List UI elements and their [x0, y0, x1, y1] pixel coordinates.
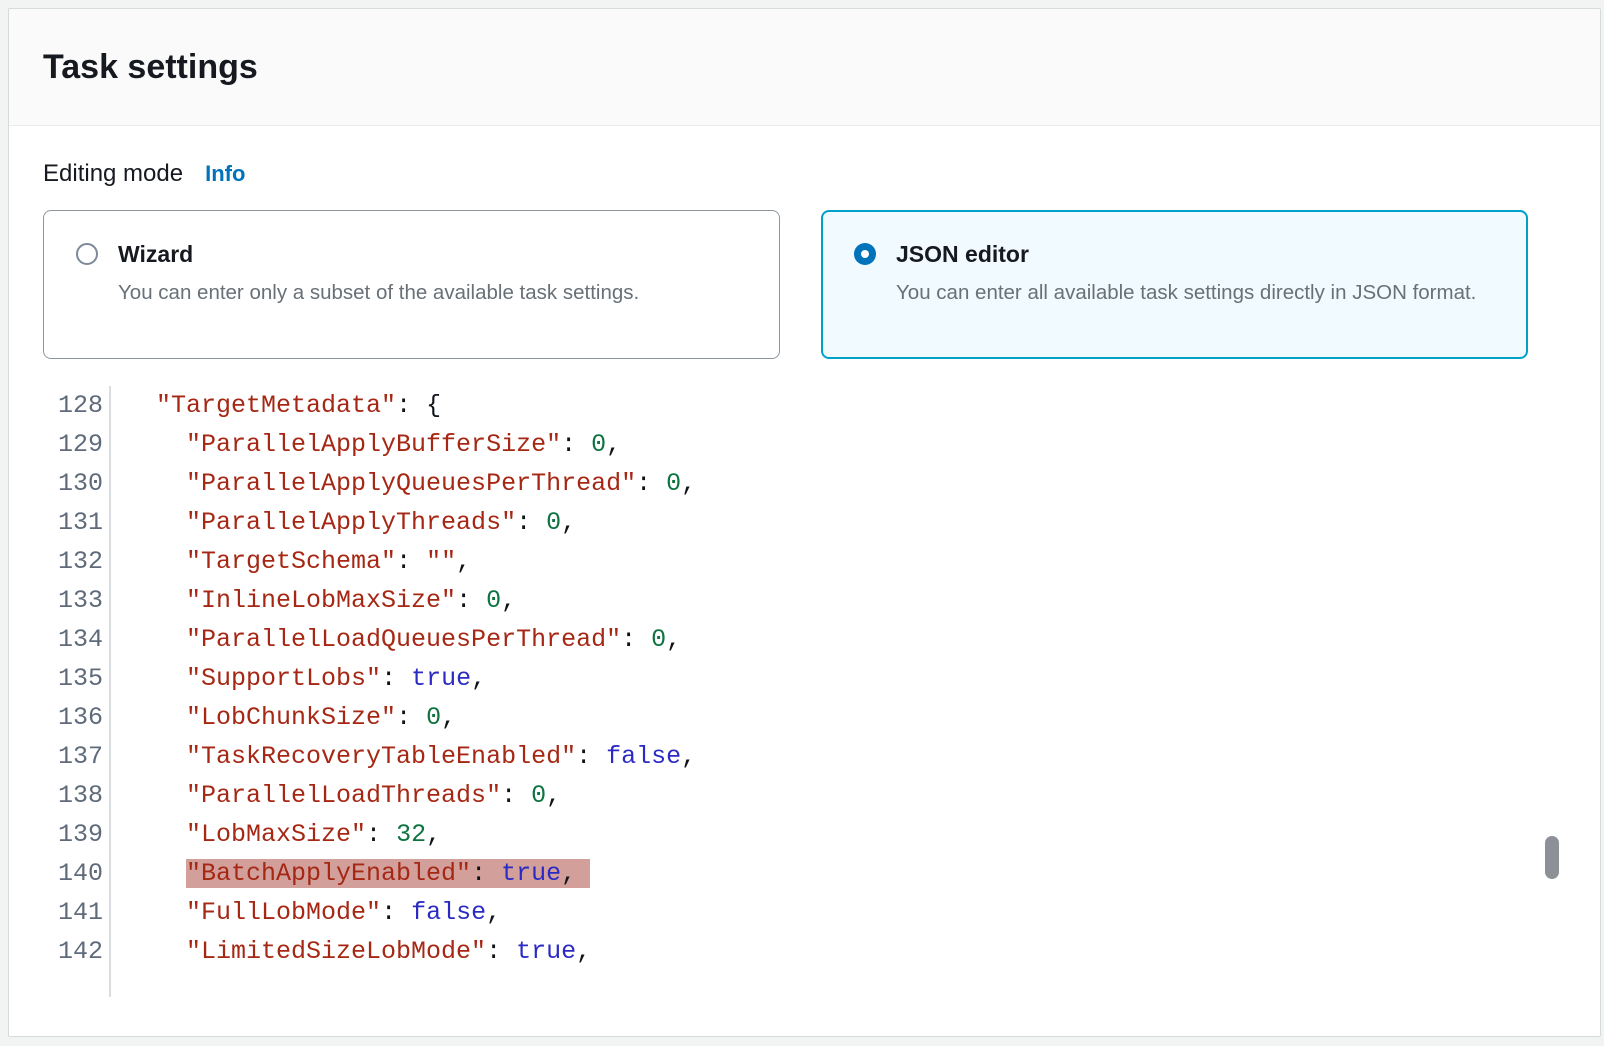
code-line: 134 "ParallelLoadQueuesPerThread": 0, — [43, 620, 1566, 659]
tile-label: Wizard — [118, 236, 193, 272]
line-number: 136 — [43, 698, 111, 737]
code-line: 128 "TargetMetadata": { — [43, 386, 1566, 425]
radio-icon — [854, 243, 876, 265]
line-number: 139 — [43, 815, 111, 854]
line-number: 131 — [43, 503, 111, 542]
code-text: "TargetSchema": "", — [111, 542, 471, 581]
panel-body: Editing mode Info Wizard You can enter o… — [9, 126, 1600, 997]
code-text: "ParallelApplyBufferSize": 0, — [111, 425, 621, 464]
code-text: "LobChunkSize": 0, — [111, 698, 456, 737]
line-number: 133 — [43, 581, 111, 620]
editing-mode-tile-json-editor[interactable]: JSON editor You can enter all available … — [821, 210, 1528, 359]
highlighted-code: "BatchApplyEnabled": true, — [186, 859, 590, 888]
tile-label: JSON editor — [896, 236, 1029, 272]
code-text: "ParallelLoadThreads": 0, — [111, 776, 561, 815]
task-settings-panel: Task settings Editing mode Info Wizard Y… — [8, 8, 1601, 1037]
radio-icon — [76, 243, 98, 265]
json-code-editor[interactable]: 128 "TargetMetadata": {129 "ParallelAppl… — [43, 386, 1566, 997]
code-line: 139 "LobMaxSize": 32, — [43, 815, 1566, 854]
code-line: 142 "LimitedSizeLobMode": true, — [43, 932, 1566, 971]
code-line: 132 "TargetSchema": "", — [43, 542, 1566, 581]
code-text: "FullLobMode": false, — [111, 893, 501, 932]
code-text: "BatchApplyEnabled": true, — [111, 854, 590, 893]
editing-mode-tiles: Wizard You can enter only a subset of th… — [43, 210, 1566, 359]
code-text: "TaskRecoveryTableEnabled": false, — [111, 737, 696, 776]
code-line: 131 "ParallelApplyThreads": 0, — [43, 503, 1566, 542]
editing-mode-label: Editing mode — [43, 160, 183, 188]
line-number: 130 — [43, 464, 111, 503]
code-line: 129 "ParallelApplyBufferSize": 0, — [43, 425, 1566, 464]
tile-head: JSON editor — [854, 236, 1497, 272]
code-line: 130 "ParallelApplyQueuesPerThread": 0, — [43, 464, 1566, 503]
code-text: "LobMaxSize": 32, — [111, 815, 441, 854]
code-line: 140 "BatchApplyEnabled": true, — [43, 854, 1566, 893]
code-text: "InlineLobMaxSize": 0, — [111, 581, 516, 620]
code-text: "SupportLobs": true, — [111, 659, 486, 698]
code-text: "ParallelLoadQueuesPerThread": 0, — [111, 620, 681, 659]
code-line: 141 "FullLobMode": false, — [43, 893, 1566, 932]
tile-head: Wizard — [76, 236, 749, 272]
line-number: 142 — [43, 932, 111, 971]
code-line: 135 "SupportLobs": true, — [43, 659, 1566, 698]
panel-title: Task settings — [43, 48, 258, 87]
line-number: 138 — [43, 776, 111, 815]
line-number: 141 — [43, 893, 111, 932]
line-number: 135 — [43, 659, 111, 698]
line-number: 137 — [43, 737, 111, 776]
tile-description: You can enter all available task setting… — [896, 274, 1497, 311]
scrollbar-thumb[interactable] — [1545, 836, 1559, 879]
tile-description: You can enter only a subset of the avail… — [118, 274, 733, 311]
line-number: 132 — [43, 542, 111, 581]
code-line-filler — [43, 971, 1566, 997]
code-text: "ParallelApplyThreads": 0, — [111, 503, 576, 542]
info-link[interactable]: Info — [205, 161, 245, 187]
editing-mode-tile-wizard[interactable]: Wizard You can enter only a subset of th… — [43, 210, 780, 359]
code-line: 138 "ParallelLoadThreads": 0, — [43, 776, 1566, 815]
code-line: 133 "InlineLobMaxSize": 0, — [43, 581, 1566, 620]
code-line: 137 "TaskRecoveryTableEnabled": false, — [43, 737, 1566, 776]
panel-header: Task settings — [9, 9, 1600, 126]
code-text: "ParallelApplyQueuesPerThread": 0, — [111, 464, 696, 503]
code-line: 136 "LobChunkSize": 0, — [43, 698, 1566, 737]
line-number: 129 — [43, 425, 111, 464]
line-number: 134 — [43, 620, 111, 659]
code-text: "LimitedSizeLobMode": true, — [111, 932, 591, 971]
editing-mode-row: Editing mode Info — [43, 160, 1566, 188]
code-text: "TargetMetadata": { — [111, 386, 441, 425]
line-number: 128 — [43, 386, 111, 425]
line-number: 140 — [43, 854, 111, 893]
